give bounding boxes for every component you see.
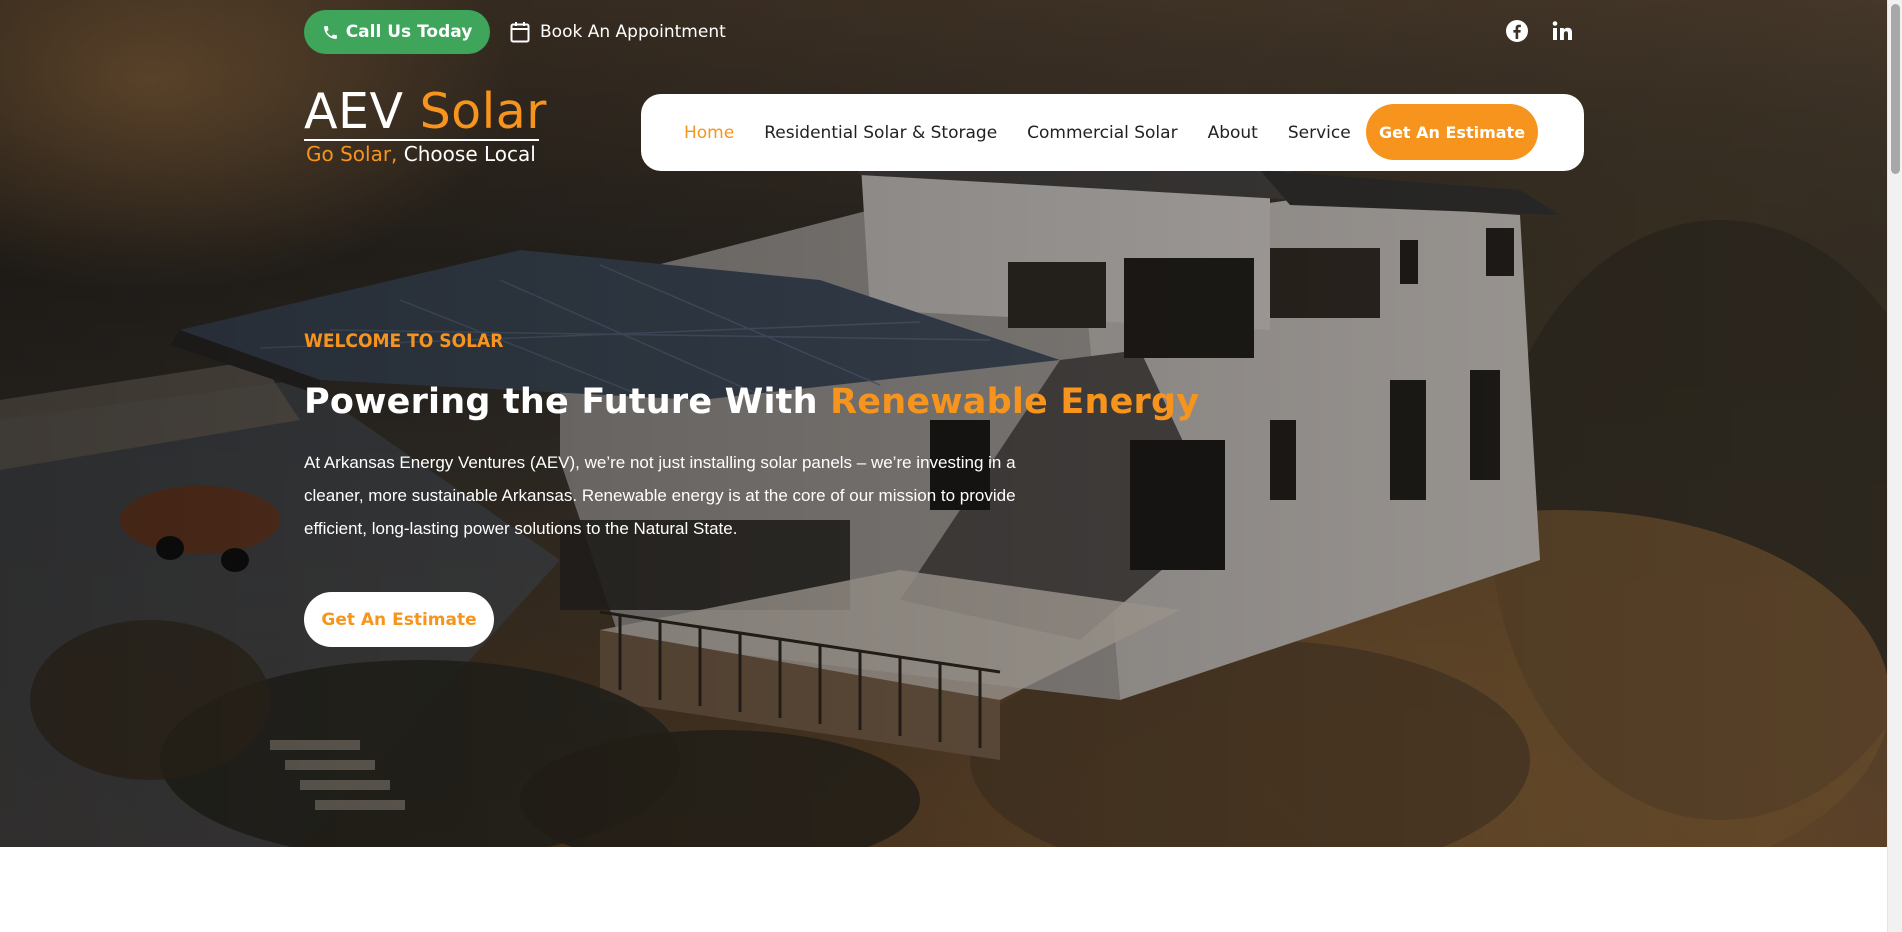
hero-eyebrow: WELCOME TO SOLAR	[304, 330, 504, 352]
logo-tagline-part-b: Choose Local	[403, 142, 536, 166]
site-logo[interactable]: AEV Solar Go Solar, Choose Local	[304, 86, 547, 166]
logo-divider	[304, 139, 539, 141]
call-us-button[interactable]: Call Us Today	[304, 10, 490, 54]
logo-word-solar: Solar	[419, 83, 547, 140]
nav-item-about[interactable]: About	[1208, 123, 1258, 143]
nav-item-commercial-solar[interactable]: Commercial Solar	[1027, 123, 1177, 143]
nav-item-service[interactable]: Service	[1288, 123, 1351, 143]
nav-item-residential-solar-storage[interactable]: Residential Solar & Storage	[764, 123, 997, 143]
nav-get-estimate-button[interactable]: Get An Estimate	[1366, 104, 1538, 160]
linkedin-icon	[1552, 21, 1572, 40]
facebook-link[interactable]	[1504, 18, 1530, 44]
hero-headline: Powering the Future With Renewable Energ…	[304, 378, 1199, 426]
facebook-icon	[1506, 20, 1528, 42]
hero-intro-text: At Arkansas Energy Ventures (AEV), we’re…	[304, 453, 1016, 538]
linkedin-link[interactable]	[1550, 18, 1576, 44]
hero-get-estimate-button[interactable]: Get An Estimate	[304, 592, 494, 647]
nav-item-home[interactable]: Home	[684, 123, 734, 143]
call-us-label: Call Us Today	[345, 22, 473, 42]
hero-headline-part-a: Powering the Future With	[304, 382, 818, 422]
page-scrollbar[interactable]	[1887, 0, 1902, 932]
hero-headline-accent: Renewable Energy	[830, 382, 1200, 422]
phone-icon	[323, 25, 337, 39]
calendar-icon	[510, 22, 530, 43]
book-appointment-link[interactable]: Book An Appointment	[510, 18, 726, 46]
main-navigation: Home Residential Solar & Storage Commerc…	[641, 94, 1584, 171]
book-appointment-label: Book An Appointment	[540, 22, 726, 42]
scrollbar-thumb[interactable]	[1891, 4, 1900, 174]
logo-word-aev: AEV	[304, 83, 404, 140]
logo-tagline-part-a: Go Solar,	[306, 142, 398, 166]
logo-wordmark: AEV Solar	[304, 86, 547, 138]
logo-tagline: Go Solar, Choose Local	[306, 142, 536, 166]
